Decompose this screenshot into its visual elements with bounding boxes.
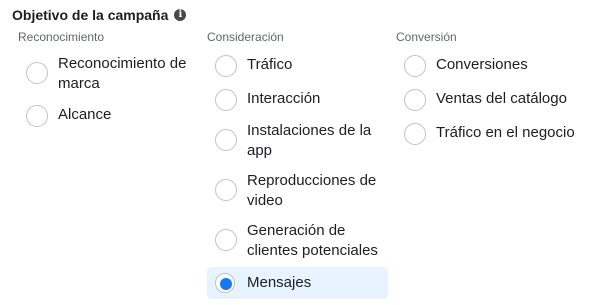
option-label: Conversiones bbox=[436, 56, 528, 73]
option-label: Tráfico en el negocio bbox=[436, 124, 575, 141]
option-label: Tráfico bbox=[247, 56, 293, 73]
radio-button[interactable] bbox=[404, 89, 426, 111]
option-label: Mensajes bbox=[247, 274, 312, 291]
option-trafico-en-el-negocio[interactable]: Tráfico en el negocio bbox=[404, 123, 575, 145]
radio-button[interactable] bbox=[215, 55, 237, 77]
option-label: Reconocimiento de marca bbox=[58, 55, 187, 92]
option-mensajes[interactable]: Mensajes bbox=[207, 267, 388, 299]
option-label: Reproducciones de video bbox=[247, 172, 377, 209]
radio-button[interactable] bbox=[26, 62, 48, 84]
radio-button[interactable] bbox=[404, 123, 426, 145]
option-generacion-de-clientes-potenciales[interactable]: Generación de clientes potenciales bbox=[215, 221, 378, 261]
section-title: Objetivo de la campaña i bbox=[12, 7, 187, 23]
option-alcance[interactable]: Alcance bbox=[26, 105, 111, 127]
column-reconocimiento: Reconocimiento bbox=[18, 29, 104, 45]
option-label: Interacción bbox=[247, 90, 321, 107]
column-header: Conversión bbox=[396, 30, 457, 44]
radio-button[interactable] bbox=[404, 55, 426, 77]
info-icon[interactable]: i bbox=[174, 9, 187, 21]
radio-button[interactable] bbox=[215, 229, 237, 251]
radio-button[interactable] bbox=[215, 89, 237, 111]
column-header: Consideración bbox=[207, 30, 284, 44]
column-conversion: Conversión bbox=[396, 29, 457, 45]
option-trafico[interactable]: Tráfico bbox=[215, 55, 292, 77]
option-label: Ventas del catálogo bbox=[436, 90, 567, 107]
radio-button[interactable] bbox=[26, 105, 48, 127]
section-title-text: Objetivo de la campaña bbox=[12, 7, 169, 23]
option-label: Instalaciones de la app bbox=[247, 122, 372, 159]
radio-button-selected[interactable] bbox=[215, 273, 235, 293]
option-label: Generación de clientes potenciales bbox=[247, 222, 378, 259]
option-interaccion[interactable]: Interacción bbox=[215, 89, 320, 111]
option-label: Alcance bbox=[58, 106, 112, 123]
option-conversiones[interactable]: Conversiones bbox=[404, 55, 528, 77]
column-consideracion: Consideración bbox=[207, 29, 284, 45]
radio-button[interactable] bbox=[215, 129, 237, 151]
option-ventas-del-catalogo[interactable]: Ventas del catálogo bbox=[404, 89, 567, 111]
column-header: Reconocimiento bbox=[18, 30, 105, 44]
option-instalaciones-de-la-app[interactable]: Instalaciones de la app bbox=[215, 121, 371, 161]
option-reconocimiento-de-marca[interactable]: Reconocimiento de marca bbox=[26, 54, 186, 94]
radio-button[interactable] bbox=[215, 179, 237, 201]
option-reproducciones-de-video[interactable]: Reproducciones de video bbox=[215, 171, 376, 211]
